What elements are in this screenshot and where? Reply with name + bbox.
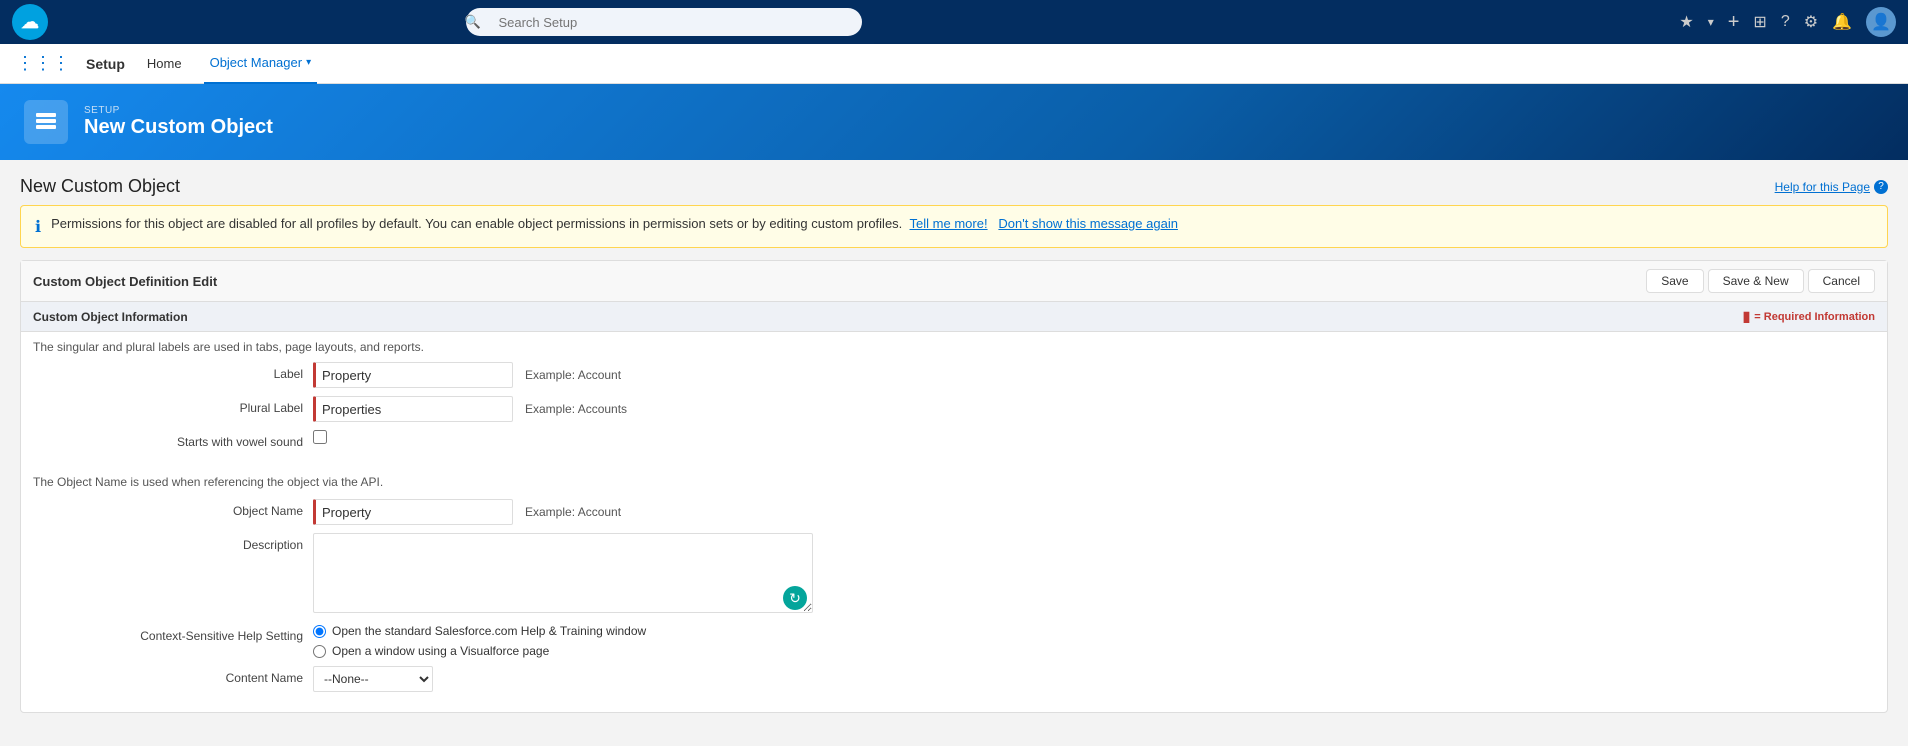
second-navigation: ⋮⋮⋮ Setup Home Object Manager ▾ [0, 44, 1908, 84]
plural-label-example: Example: Accounts [525, 402, 627, 416]
help-radio-1[interactable] [313, 625, 326, 638]
avatar[interactable]: 👤 [1866, 7, 1896, 37]
label-field-row: Label Example: Account [33, 362, 1875, 388]
info-icon: ℹ [35, 217, 41, 237]
chevron-down-icon: ▾ [306, 57, 311, 68]
help-option-1[interactable]: Open the standard Salesforce.com Help & … [313, 624, 646, 638]
nav-item-object-manager[interactable]: Object Manager ▾ [204, 44, 318, 84]
info-banner-text: Permissions for this object are disabled… [51, 216, 1873, 231]
info-banner: ℹ Permissions for this object are disabl… [20, 205, 1888, 248]
required-legend: ▮ = Required Information [1743, 308, 1875, 325]
help-radio-2[interactable] [313, 645, 326, 658]
notifications-button[interactable]: 🔔 [1832, 12, 1852, 32]
setup-label: SETUP [84, 105, 273, 116]
main-content: New Custom Object Help for this Page ? ℹ… [0, 160, 1908, 729]
favorites-dropdown[interactable]: ▾ [1708, 15, 1714, 29]
content-name-field-label: Content Name [33, 666, 313, 685]
plural-label-field-container: Example: Accounts [313, 396, 1875, 422]
description-field-label: Description [33, 533, 313, 552]
description-field-row: Description ↻ [33, 533, 1875, 616]
top-nav-actions: ★ ▾ + ⊞ ? ⚙ 🔔 👤 [1679, 7, 1896, 37]
help-button[interactable]: ? [1781, 13, 1790, 31]
salesforce-logo[interactable]: ☁ [12, 4, 48, 40]
waffle-apps-button[interactable]: ⊞ [1753, 12, 1766, 32]
search-input[interactable] [466, 8, 862, 36]
context-help-field-label: Context-Sensitive Help Setting [33, 624, 313, 643]
header-icon [24, 100, 68, 144]
action-buttons: Save Save & New Cancel [1646, 269, 1875, 293]
object-name-form-body: Object Name Example: Account Description… [21, 495, 1887, 712]
definition-edit-card: Custom Object Definition Edit Save Save … [20, 260, 1888, 713]
waffle-icon[interactable]: ⋮⋮⋮ [16, 53, 70, 74]
plural-label-input[interactable] [313, 396, 513, 422]
page-header-banner: SETUP New Custom Object [0, 84, 1908, 160]
save-new-button[interactable]: Save & New [1708, 269, 1804, 293]
api-note: The Object Name is used when referencing… [21, 469, 1887, 495]
help-link-text: Help for this Page [1775, 180, 1870, 194]
search-icon: 🔍 [464, 14, 480, 30]
header-text: SETUP New Custom Object [84, 105, 273, 139]
vowel-field-container [313, 430, 1875, 444]
favorites-button[interactable]: ★ [1679, 12, 1693, 32]
card-title: New Custom Object [20, 176, 180, 197]
label-field-label: Label [33, 362, 313, 381]
vowel-checkbox[interactable] [313, 430, 327, 444]
textarea-wrap: ↻ [313, 533, 813, 616]
context-help-radio-group: Open the standard Salesforce.com Help & … [313, 624, 646, 658]
object-name-field-row: Object Name Example: Account [33, 499, 1875, 525]
help-option-1-label: Open the standard Salesforce.com Help & … [332, 624, 646, 638]
label-field-container: Example: Account [313, 362, 1875, 388]
context-help-field-row: Context-Sensitive Help Setting Open the … [33, 624, 1875, 658]
section-description: The singular and plural labels are used … [21, 332, 1887, 358]
label-example: Example: Account [525, 368, 621, 382]
ai-assist-icon[interactable]: ↻ [783, 586, 807, 610]
content-name-select[interactable]: --None-- [313, 666, 433, 692]
content-card-header: New Custom Object Help for this Page ? [20, 176, 1888, 197]
context-help-field-container: Open the standard Salesforce.com Help & … [313, 624, 1875, 658]
object-manager-label: Object Manager [210, 55, 303, 70]
help-option-2[interactable]: Open a window using a Visualforce page [313, 644, 646, 658]
section-header: Custom Object Information ▮ = Required I… [21, 302, 1887, 332]
object-name-example: Example: Account [525, 505, 621, 519]
cancel-button[interactable]: Cancel [1808, 269, 1875, 293]
form-body: Label Example: Account Plural Label Exam… [21, 358, 1887, 469]
object-name-field-container: Example: Account [313, 499, 1875, 525]
top-navigation: ☁ 🔍 ★ ▾ + ⊞ ? ⚙ 🔔 👤 [0, 0, 1908, 44]
vowel-field-row: Starts with vowel sound [33, 430, 1875, 449]
definition-edit-header: Custom Object Definition Edit Save Save … [21, 261, 1887, 302]
description-field-container: ↻ [313, 533, 1875, 616]
section-title: Custom Object Information [33, 310, 188, 324]
dont-show-link[interactable]: Don't show this message again [998, 216, 1178, 231]
description-textarea[interactable] [313, 533, 813, 613]
plural-label-field-row: Plural Label Example: Accounts [33, 396, 1875, 422]
main-scroll-area[interactable]: New Custom Object Help for this Page ? ℹ… [0, 160, 1908, 746]
content-name-field-row: Content Name --None-- [33, 666, 1875, 692]
help-option-2-label: Open a window using a Visualforce page [332, 644, 549, 658]
object-name-field-label: Object Name [33, 499, 313, 518]
object-name-input[interactable] [313, 499, 513, 525]
nav-item-home[interactable]: Home [141, 44, 188, 84]
content-name-field-container: --None-- [313, 666, 1875, 692]
definition-edit-title: Custom Object Definition Edit [33, 274, 217, 289]
page-header-title: New Custom Object [84, 116, 273, 139]
plural-label-field-label: Plural Label [33, 396, 313, 415]
settings-button[interactable]: ⚙ [1804, 12, 1818, 32]
label-input[interactable] [313, 362, 513, 388]
add-button[interactable]: + [1728, 11, 1740, 34]
app-name[interactable]: Setup [86, 56, 125, 72]
vowel-field-label: Starts with vowel sound [33, 430, 313, 449]
save-button[interactable]: Save [1646, 269, 1703, 293]
tell-me-more-link[interactable]: Tell me more! [910, 216, 988, 231]
help-circle-icon: ? [1874, 180, 1888, 194]
help-link[interactable]: Help for this Page ? [1775, 180, 1888, 194]
